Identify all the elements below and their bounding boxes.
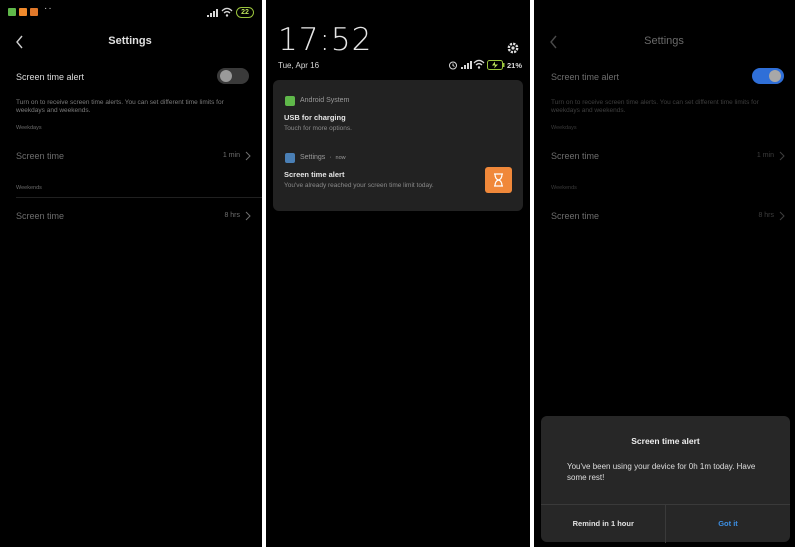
alert-description: Turn on to receive screen time alerts. Y… bbox=[551, 99, 759, 114]
weekdays-screen-time-label[interactable]: Screen time bbox=[551, 151, 599, 161]
toggle-knob bbox=[769, 70, 781, 82]
chevron-right-icon bbox=[779, 211, 785, 221]
weekdays-section-label: Weekdays bbox=[16, 125, 42, 131]
notification-body: Touch for more options. bbox=[284, 125, 352, 132]
gear-icon[interactable] bbox=[506, 41, 520, 55]
dialog-message: You've been using your device for 0h 1m … bbox=[567, 462, 756, 482]
got-it-button[interactable]: Got it bbox=[666, 505, 790, 543]
notification-title[interactable]: USB for charging bbox=[284, 113, 346, 122]
divider bbox=[16, 197, 262, 198]
remind-later-button[interactable]: Remind in 1 hour bbox=[541, 505, 666, 543]
chevron-right-icon bbox=[245, 151, 251, 161]
weekends-screen-time-label[interactable]: Screen time bbox=[16, 211, 64, 221]
wifi-icon bbox=[221, 7, 233, 17]
notification-shade-screen: 17:52 Tue, Apr 16 21% Android System USB… bbox=[266, 0, 530, 547]
cellular-signal-icon bbox=[461, 61, 472, 69]
settings-screen-with-dialog: Settings Screen time alert Turn on to re… bbox=[534, 0, 795, 547]
chevron-left-icon[interactable] bbox=[547, 33, 561, 51]
notification-app-name: Settings · now bbox=[300, 154, 346, 161]
separator-dot: · bbox=[329, 154, 332, 161]
dialog-button-row: Remind in 1 hour Got it bbox=[541, 504, 790, 543]
weekdays-screen-time-label[interactable]: Screen time bbox=[16, 151, 64, 161]
cellular-signal-icon bbox=[207, 9, 218, 17]
chevron-left-icon[interactable] bbox=[13, 33, 27, 51]
alarm-icon bbox=[449, 61, 457, 70]
orange-notification-icon bbox=[30, 8, 38, 16]
chevron-right-icon bbox=[779, 151, 785, 161]
screen-time-alert-label: Screen time alert bbox=[16, 72, 85, 82]
battery-icon: 22 bbox=[236, 7, 254, 18]
notification-app-name: Android System bbox=[300, 97, 350, 104]
weekdays-screen-time-value: 1 min bbox=[222, 152, 240, 159]
screen-time-alert-label: Screen time alert bbox=[551, 72, 620, 82]
dialog-title: Screen time alert bbox=[631, 436, 700, 446]
battery-charging-icon bbox=[487, 60, 505, 70]
page-title: Settings bbox=[108, 35, 152, 47]
notification-title[interactable]: Screen time alert bbox=[284, 170, 344, 179]
weekends-screen-time-value: 8 hrs bbox=[224, 212, 240, 219]
more-notifications-indicator: ·· bbox=[44, 3, 53, 14]
android-system-icon bbox=[285, 96, 295, 106]
weekdays-screen-time-value: 1 min bbox=[756, 152, 774, 159]
date: Tue, Apr 16 bbox=[278, 61, 320, 70]
green-notification-icon bbox=[8, 8, 16, 16]
weekends-section-label: Weekends bbox=[551, 185, 577, 191]
chevron-right-icon bbox=[245, 211, 251, 221]
clock: 17:52 bbox=[278, 22, 373, 58]
page-title: Settings bbox=[644, 35, 684, 47]
weekdays-section-label: Weekdays bbox=[551, 125, 577, 131]
screen-time-alert-toggle[interactable] bbox=[217, 68, 249, 84]
alert-description: Turn on to receive screen time alerts. Y… bbox=[16, 99, 224, 114]
notification-body: You've already reached your screen time … bbox=[284, 182, 434, 189]
screen-time-alert-toggle[interactable] bbox=[752, 68, 784, 84]
toggle-knob bbox=[220, 70, 232, 82]
notification-timestamp: now bbox=[335, 155, 346, 161]
hourglass-icon bbox=[485, 167, 512, 193]
wifi-icon bbox=[473, 59, 485, 69]
settings-screen-toggle-off: ·· 22 Settings Screen time alert Turn on… bbox=[0, 0, 262, 547]
orange-notification-icon bbox=[19, 8, 27, 16]
weekends-screen-time-label[interactable]: Screen time bbox=[551, 211, 599, 221]
battery-percent: 21% bbox=[507, 61, 523, 70]
weekends-screen-time-value: 8 hrs bbox=[758, 212, 774, 219]
weekends-section-label: Weekends bbox=[16, 185, 42, 191]
app-name-text: Settings bbox=[300, 154, 326, 161]
screen-time-alert-dialog: Screen time alert You've been using your… bbox=[541, 416, 790, 543]
notification-card[interactable]: Android System USB for charging Touch fo… bbox=[273, 80, 523, 211]
settings-app-icon bbox=[285, 153, 295, 163]
